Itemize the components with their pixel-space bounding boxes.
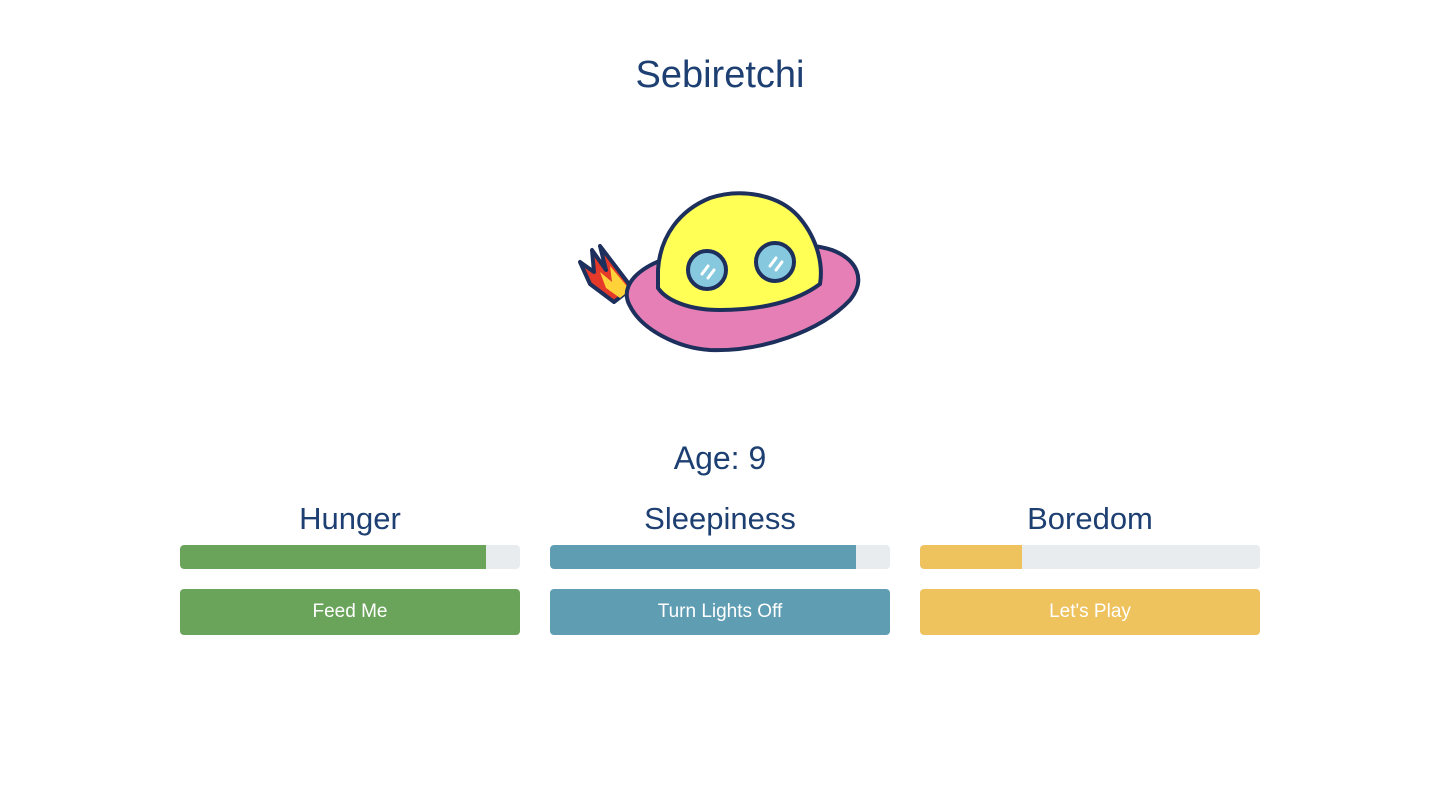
left-eye: [686, 249, 728, 291]
turn-lights-off-button[interactable]: Turn Lights Off: [550, 589, 890, 635]
progress-track-sleepiness: [550, 545, 890, 569]
lets-play-button[interactable]: Let's Play: [920, 589, 1260, 635]
dome-body: [656, 191, 823, 312]
ufo-creature-icon: [578, 191, 861, 353]
feed-me-button[interactable]: Feed Me: [180, 589, 520, 635]
right-eye: [754, 241, 796, 283]
progress-fill-sleepiness: [550, 545, 856, 569]
page-title: Sebiretchi: [635, 54, 805, 96]
stats-panel: Hunger Feed Me Sleepiness Turn Lights Of…: [180, 500, 1260, 635]
stat-label-hunger: Hunger: [299, 501, 401, 536]
progress-fill-boredom: [920, 545, 1022, 569]
stat-boredom: Boredom Let's Play: [920, 500, 1260, 635]
progress-fill-hunger: [180, 545, 486, 569]
stat-label-boredom: Boredom: [1027, 501, 1153, 536]
stat-sleepiness: Sleepiness Turn Lights Off: [550, 500, 890, 635]
stat-hunger: Hunger Feed Me: [180, 500, 520, 635]
progress-track-hunger: [180, 545, 520, 569]
age-display: Age: 9: [673, 440, 767, 476]
stat-label-sleepiness: Sleepiness: [644, 501, 796, 536]
app-page: Sebiretchi Age: 9 Hunger Feed Me Sleepin…: [0, 0, 1440, 803]
progress-track-boredom: [920, 545, 1260, 569]
